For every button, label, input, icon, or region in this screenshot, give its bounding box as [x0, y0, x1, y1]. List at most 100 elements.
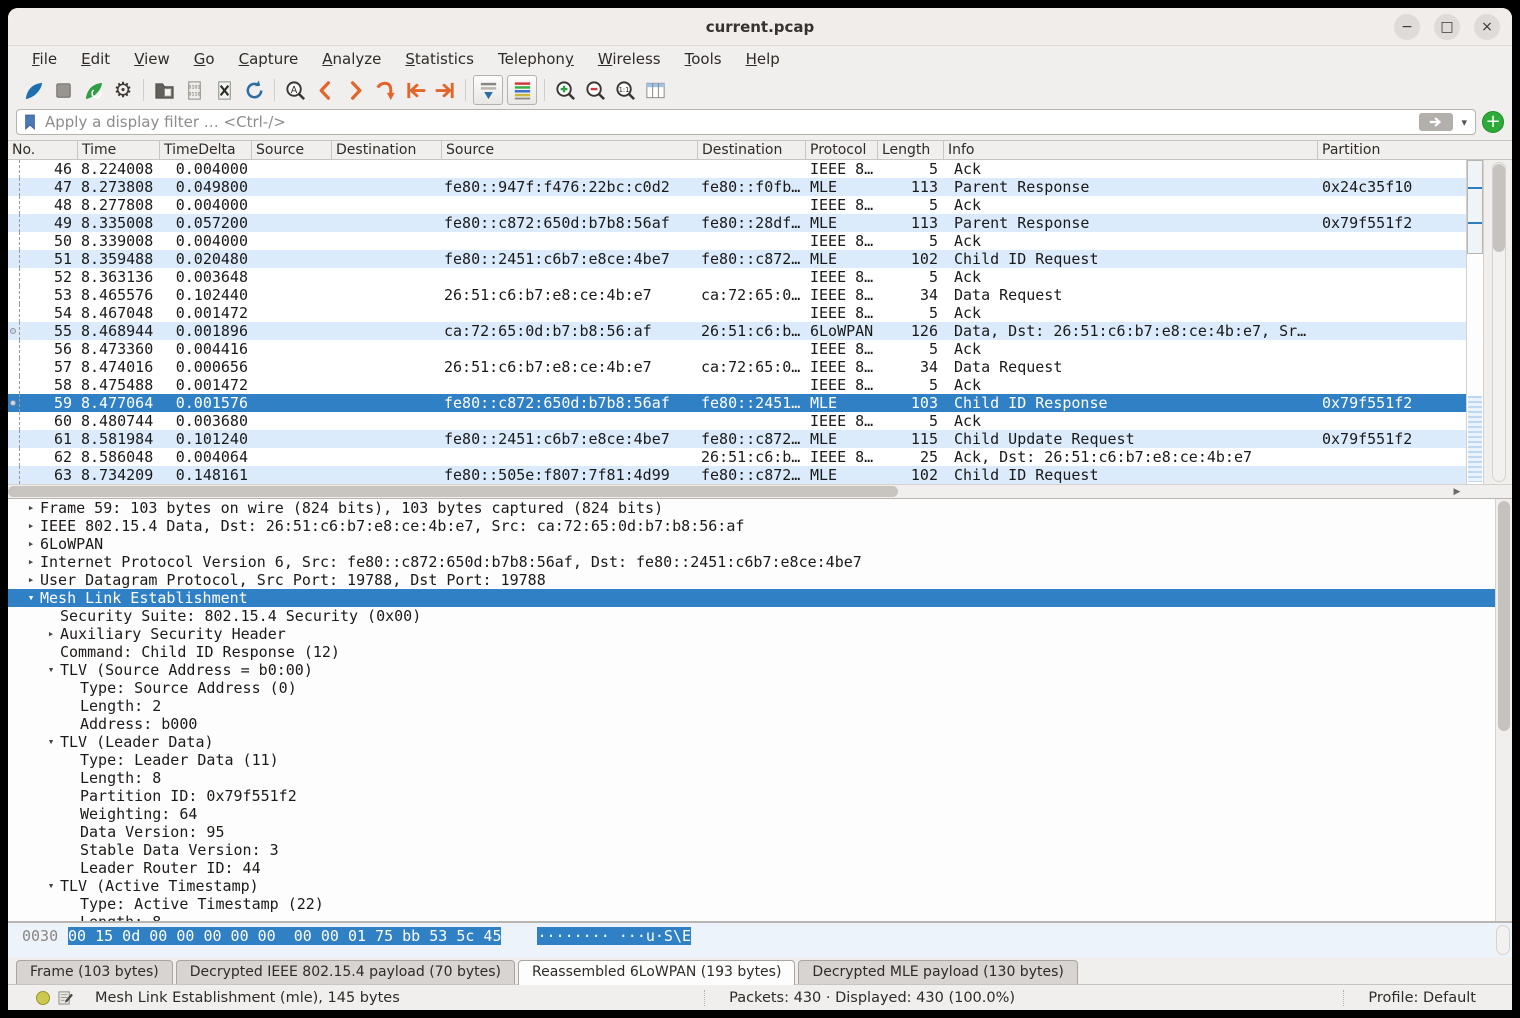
- menu-tools[interactable]: Tools: [675, 49, 732, 69]
- detail-row[interactable]: Command: Child ID Response (12): [8, 643, 1512, 661]
- capture-options-icon[interactable]: ⚙: [108, 75, 138, 105]
- expander-expanded-icon[interactable]: ▾: [42, 877, 60, 895]
- close-icon[interactable]: ×: [1474, 14, 1500, 40]
- packet-row-60[interactable]: 608.4807440.003680IEEE 8…5Ack: [8, 412, 1466, 430]
- packet-list-scrollbar[interactable]: [1484, 160, 1512, 484]
- apply-filter-button[interactable]: [1419, 113, 1453, 131]
- packet-row-63[interactable]: 638.7342090.148161fe80::505e:f807:7f81:4…: [8, 466, 1466, 484]
- detail-row[interactable]: Length: 8: [8, 769, 1512, 787]
- detail-row[interactable]: ▾TLV (Active Timestamp): [8, 877, 1512, 895]
- expander-collapsed-icon[interactable]: ▸: [22, 553, 40, 571]
- resize-columns-icon[interactable]: [640, 75, 670, 105]
- details-scrollbar[interactable]: [1495, 499, 1512, 921]
- detail-row[interactable]: Stable Data Version: 3: [8, 841, 1512, 859]
- packet-row-61[interactable]: 618.5819840.101240fe80::2451:c6b7:e8ce:4…: [8, 430, 1466, 448]
- detail-row[interactable]: ▸User Datagram Protocol, Src Port: 19788…: [8, 571, 1512, 589]
- detail-row-selected[interactable]: ▾Mesh Link Establishment: [8, 589, 1512, 607]
- byte-tab-active[interactable]: Reassembled 6LoWPAN (193 bytes): [518, 960, 795, 985]
- packet-row-52[interactable]: 528.3631360.003648IEEE 8…5Ack: [8, 268, 1466, 286]
- detail-row[interactable]: ▸IEEE 802.15.4 Data, Dst: 26:51:c6:b7:e8…: [8, 517, 1512, 535]
- menu-help[interactable]: Help: [736, 49, 790, 69]
- byte-tab[interactable]: Decrypted MLE payload (130 bytes): [798, 960, 1077, 984]
- packet-list-scrollbar-thumb[interactable]: [1493, 164, 1505, 252]
- minimize-icon[interactable]: −: [1394, 14, 1420, 40]
- hscroll-right-arrow-icon[interactable]: ▶: [1450, 486, 1464, 498]
- packet-row-54[interactable]: 548.4670480.001472IEEE 8…5Ack: [8, 304, 1466, 322]
- detail-row[interactable]: Length: 2: [8, 697, 1512, 715]
- packet-row-62[interactable]: 628.5860480.00406426:51:c6:b…IEEE 8…25Ac…: [8, 448, 1466, 466]
- menu-go[interactable]: Go: [184, 49, 225, 69]
- menu-wireless[interactable]: Wireless: [588, 49, 671, 69]
- packet-row-55[interactable]: 558.4689440.001896ca:72:65:0d:b7:b8:56:a…: [8, 322, 1466, 340]
- hex-ascii-selected[interactable]: ········ ···u·S\E: [537, 927, 691, 945]
- menu-statistics[interactable]: Statistics: [395, 49, 484, 69]
- column-header-destination[interactable]: Destination: [698, 141, 806, 159]
- maximize-icon[interactable]: □: [1434, 14, 1460, 40]
- detail-row[interactable]: Length: 8: [8, 913, 1512, 921]
- detail-row[interactable]: ▸6LoWPAN: [8, 535, 1512, 553]
- detail-row[interactable]: Weighting: 64: [8, 805, 1512, 823]
- next-packet-icon[interactable]: [340, 75, 370, 105]
- expander-collapsed-icon[interactable]: ▸: [22, 571, 40, 589]
- expander-collapsed-icon[interactable]: ▸: [22, 499, 40, 517]
- detail-row[interactable]: Type: Leader Data (11): [8, 751, 1512, 769]
- colorize-icon[interactable]: [507, 75, 537, 105]
- column-header-partition[interactable]: Partition: [1318, 141, 1512, 159]
- start-capture-icon[interactable]: [18, 75, 48, 105]
- detail-row[interactable]: Address: b000: [8, 715, 1512, 733]
- menu-capture[interactable]: Capture: [229, 49, 309, 69]
- zoom-in-icon[interactable]: [550, 75, 580, 105]
- save-file-icon[interactable]: 01010110: [179, 75, 209, 105]
- packet-row-51[interactable]: 518.3594880.020480fe80::2451:c6b7:e8ce:4…: [8, 250, 1466, 268]
- detail-row[interactable]: ▸Internet Protocol Version 6, Src: fe80:…: [8, 553, 1512, 571]
- byte-tab[interactable]: Decrypted IEEE 802.15.4 payload (70 byte…: [176, 960, 515, 984]
- column-header-protocol[interactable]: Protocol: [806, 141, 878, 159]
- bookmark-icon[interactable]: [23, 113, 37, 131]
- column-header-length[interactable]: Length: [878, 141, 944, 159]
- expander-expanded-icon[interactable]: ▾: [42, 661, 60, 679]
- first-packet-icon[interactable]: [400, 75, 430, 105]
- menu-edit[interactable]: Edit: [71, 49, 120, 69]
- detail-row[interactable]: ▾TLV (Leader Data): [8, 733, 1512, 751]
- packet-list-minimap-scrollbar[interactable]: [1466, 160, 1484, 484]
- column-header-info[interactable]: Info: [944, 141, 1318, 159]
- zoom-100-icon[interactable]: 1:1: [610, 75, 640, 105]
- packet-row-59-selected[interactable]: 598.4770640.001576fe80::c872:650d:b7b8:5…: [8, 394, 1466, 412]
- capture-comment-icon[interactable]: [58, 990, 73, 1005]
- packet-row-58[interactable]: 588.4754880.001472IEEE 8…5Ack: [8, 376, 1466, 394]
- expander-collapsed-icon[interactable]: ▸: [22, 517, 40, 535]
- detail-row[interactable]: Leader Router ID: 44: [8, 859, 1512, 877]
- packet-row-56[interactable]: 568.4733600.004416IEEE 8…5Ack: [8, 340, 1466, 358]
- detail-row[interactable]: ▸Frame 59: 103 bytes on wire (824 bits),…: [8, 499, 1512, 517]
- status-profile[interactable]: Profile: Default: [1343, 990, 1502, 1006]
- expander-collapsed-icon[interactable]: ▸: [42, 625, 60, 643]
- packet-row-48[interactable]: 488.2778080.004000IEEE 8…5Ack: [8, 196, 1466, 214]
- detail-row[interactable]: Type: Active Timestamp (22): [8, 895, 1512, 913]
- detail-row[interactable]: ▸Auxiliary Security Header: [8, 625, 1512, 643]
- column-header-no[interactable]: No.: [8, 141, 78, 159]
- packet-row-46[interactable]: 468.2240080.004000IEEE 8…5Ack: [8, 160, 1466, 178]
- restart-capture-icon[interactable]: [78, 75, 108, 105]
- hex-row[interactable]: 0030 00 15 0d 00 00 00 00 00 00 00 01 75…: [8, 927, 1512, 945]
- packet-row-50[interactable]: 508.3390080.004000IEEE 8…5Ack: [8, 232, 1466, 250]
- packet-list-hscrollbar-thumb[interactable]: [8, 486, 898, 497]
- detail-row[interactable]: ▾TLV (Source Address = b0:00): [8, 661, 1512, 679]
- detail-row[interactable]: Security Suite: 802.15.4 Security (0x00): [8, 607, 1512, 625]
- reload-icon[interactable]: [239, 75, 269, 105]
- packet-row-53[interactable]: 538.4655760.10244026:51:c6:b7:e8:ce:4b:e…: [8, 286, 1466, 304]
- titlebar[interactable]: current.pcap − □ ×: [8, 8, 1512, 46]
- menu-telephony[interactable]: Telephony: [488, 49, 584, 69]
- column-header-source[interactable]: Source: [252, 141, 332, 159]
- detail-row[interactable]: Data Version: 95: [8, 823, 1512, 841]
- expander-expanded-icon[interactable]: ▾: [42, 733, 60, 751]
- packet-list-hscrollbar[interactable]: ▶: [8, 484, 1512, 498]
- open-file-icon[interactable]: [149, 75, 179, 105]
- goto-packet-icon[interactable]: [370, 75, 400, 105]
- zoom-out-icon[interactable]: [580, 75, 610, 105]
- byte-tab[interactable]: Frame (103 bytes): [16, 960, 173, 984]
- last-packet-icon[interactable]: [430, 75, 460, 105]
- expert-info-icon[interactable]: [36, 991, 50, 1005]
- menu-view[interactable]: View: [124, 49, 180, 69]
- column-header-time[interactable]: Time: [78, 141, 160, 159]
- menu-file[interactable]: File: [22, 49, 67, 69]
